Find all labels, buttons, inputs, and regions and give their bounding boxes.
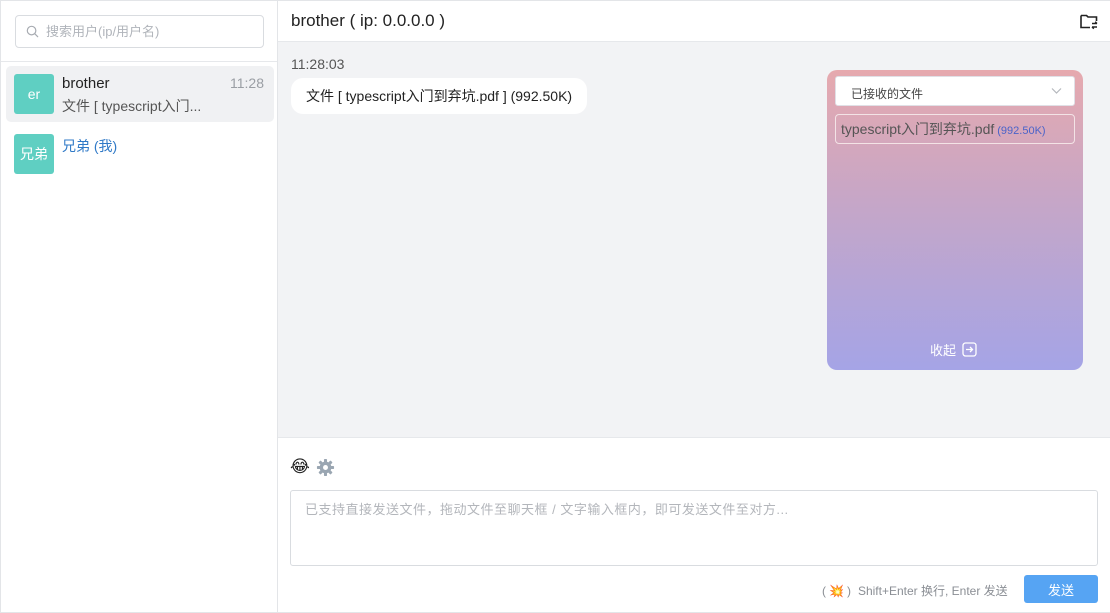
file-filter-value: 已接收的文件 bbox=[851, 87, 924, 101]
message-list: 11:28:03 文件 [ typescript入门到弃坑.pdf ] (992… bbox=[278, 42, 1110, 437]
message-bubble[interactable]: 文件 [ typescript入门到弃坑.pdf ] (992.50K) bbox=[291, 78, 588, 114]
folder-sync-icon[interactable] bbox=[1080, 13, 1098, 30]
sidebar: er brother 11:28 文件 [ typescript入门... 兄弟… bbox=[1, 1, 278, 612]
app-window: er brother 11:28 文件 [ typescript入门... 兄弟… bbox=[0, 0, 1110, 613]
send-hint-text: Shift+Enter 换行, Enter 发送 bbox=[857, 584, 1008, 598]
emoji-button[interactable]: 😂 bbox=[290, 457, 310, 477]
collapse-icon bbox=[962, 342, 977, 357]
file-name: typescript入门到弃坑.pdf bbox=[841, 121, 995, 137]
user-name: brother bbox=[62, 75, 110, 92]
user-item-brother[interactable]: er brother 11:28 文件 [ typescript入门... bbox=[6, 66, 274, 122]
received-files-panel: 已接收的文件 typescript入门到弃坑.pdf (992.50K) 收起 bbox=[827, 70, 1083, 370]
search-icon bbox=[26, 25, 39, 38]
user-last-time: 11:28 bbox=[230, 75, 264, 91]
search-box[interactable] bbox=[15, 15, 264, 48]
user-name: 兄弟 (我) bbox=[62, 138, 118, 154]
file-filter-select[interactable]: 已接收的文件 bbox=[835, 76, 1075, 106]
gear-icon[interactable] bbox=[316, 458, 335, 477]
message-time: 11:28:03 bbox=[291, 56, 345, 72]
file-size: (992.50K) bbox=[997, 125, 1046, 137]
message-input[interactable] bbox=[291, 491, 1097, 565]
collapse-label: 收起 bbox=[930, 343, 957, 358]
message-textarea-wrap bbox=[290, 490, 1098, 566]
user-last-message: 文件 [ typescript入门... bbox=[62, 98, 202, 114]
explosion-icon: 💥 bbox=[829, 583, 844, 598]
received-file-item[interactable]: typescript入门到弃坑.pdf (992.50K) bbox=[835, 114, 1075, 144]
composer-toolbar: 😂 bbox=[290, 457, 335, 477]
avatar: er bbox=[14, 74, 54, 114]
chat-main: brother ( ip: 0.0.0.0 ) 11:28:03 文件 [ ty… bbox=[278, 1, 1110, 612]
avatar: 兄弟 bbox=[14, 134, 54, 174]
composer: 😂 已支持直接发送文件，拖动文件至聊天框 / 文字输入框内，即可发送文件至对方.… bbox=[278, 437, 1110, 612]
chevron-down-icon bbox=[1051, 88, 1062, 94]
chat-title: brother ( ip: 0.0.0.0 ) bbox=[291, 11, 446, 30]
collapse-button[interactable]: 收起 bbox=[930, 340, 977, 359]
search-area bbox=[1, 1, 277, 62]
send-hint: (💥) Shift+Enter 换行, Enter 发送 bbox=[822, 583, 1008, 599]
search-input[interactable] bbox=[46, 16, 256, 47]
send-button[interactable]: 发送 bbox=[1024, 575, 1098, 603]
user-item-self[interactable]: 兄弟 兄弟 (我) bbox=[6, 126, 274, 182]
chat-header: brother ( ip: 0.0.0.0 ) bbox=[278, 1, 1110, 42]
